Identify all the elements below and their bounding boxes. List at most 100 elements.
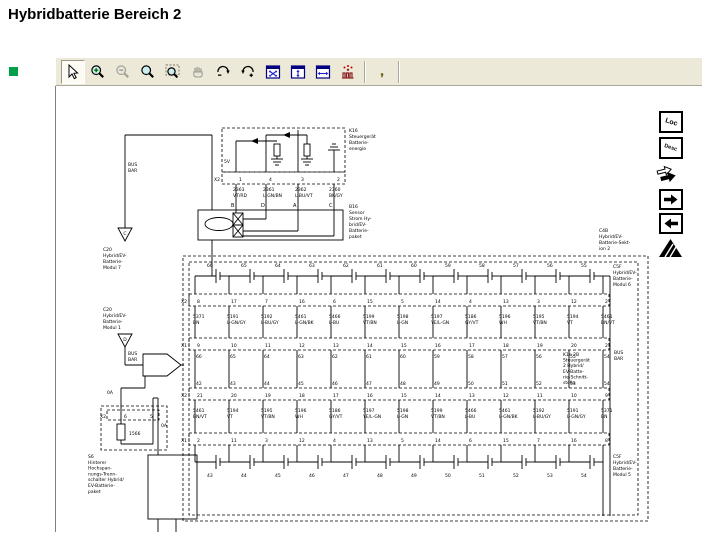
fit-window-icon: [264, 63, 282, 81]
svg-text:11: 11: [537, 393, 543, 399]
svg-text:5197: 5197: [431, 314, 443, 320]
related-diagrams-icon[interactable]: [654, 161, 686, 185]
svg-text:8: 8: [197, 299, 200, 305]
svg-text:66: 66: [196, 354, 202, 360]
pan-button[interactable]: [186, 60, 210, 84]
svg-text:57: 57: [502, 354, 508, 360]
fit-width-button[interactable]: [311, 60, 335, 84]
b16-sensor-box: [198, 210, 343, 240]
svg-text:5194: 5194: [567, 314, 579, 320]
svg-text:21: 21: [197, 393, 203, 399]
svg-text:15: 15: [401, 343, 407, 349]
svg-text:17: 17: [469, 343, 475, 349]
pin-number: 1: [239, 177, 242, 183]
svg-text:5198: 5198: [397, 314, 409, 320]
svg-text:18: 18: [503, 343, 509, 349]
fuse-symbol: [117, 424, 125, 440]
zoom-region-button[interactable]: [161, 60, 185, 84]
resistor-symbol: [274, 144, 280, 156]
svg-text:49: 49: [434, 381, 440, 387]
svg-text:5195: 5195: [533, 314, 545, 320]
page-title: Hybridbatterie Bereich 2: [8, 6, 181, 23]
svg-text:17: 17: [231, 299, 237, 305]
svg-text:13: 13: [469, 393, 475, 399]
svg-text:20: 20: [571, 343, 577, 349]
svg-text:5191: 5191: [227, 314, 239, 320]
magnifier-icon: [139, 63, 157, 81]
diagram-canvas[interactable]: BUSBAR C C20Hybrid/EV-Batterie-Modul 7 C…: [55, 86, 702, 537]
desc-link-icon[interactable]: Desc: [659, 137, 683, 159]
s6-pin: 6: [124, 414, 127, 420]
callout-triangle-icon[interactable]: [657, 236, 684, 259]
highlight-button[interactable]: [336, 60, 360, 84]
svg-text:20: 20: [231, 393, 237, 399]
select-button[interactable]: [61, 60, 85, 84]
rotate-minus-icon: [214, 63, 232, 81]
svg-text:X2: X2: [181, 299, 187, 305]
svg-text:5461: 5461: [601, 314, 613, 320]
bus-bar-label: BUSBAR: [128, 351, 137, 363]
pin-number: 3: [301, 177, 304, 183]
svg-text:52: 52: [536, 381, 542, 387]
svg-text:5: 5: [401, 299, 404, 305]
ref-voltage-label: 5V: [224, 159, 231, 165]
svg-text:12: 12: [299, 343, 305, 349]
zoom-button[interactable]: [136, 60, 160, 84]
k1n-label: K1n 2BSteuergerät2 Hybrid/EV-Batte-rie-S…: [563, 352, 590, 386]
svg-text:15: 15: [503, 438, 509, 444]
svg-text:55: 55: [581, 263, 587, 269]
svg-text:43: 43: [230, 381, 236, 387]
circuit-number: 2360: [329, 187, 341, 193]
svg-text:45: 45: [298, 381, 304, 387]
svg-text:3: 3: [265, 438, 268, 444]
loc-link-icon[interactable]: Loc: [659, 111, 683, 133]
svg-text:VT: VT: [227, 414, 233, 420]
svg-text:VT: VT: [567, 320, 573, 326]
svg-text:VT/BN: VT/BN: [533, 320, 547, 326]
fit-width-icon: [314, 63, 332, 81]
svg-text:16: 16: [435, 343, 441, 349]
help-button[interactable]: ?: [370, 60, 394, 84]
svg-text:56: 56: [536, 354, 542, 360]
svg-text:5199: 5199: [431, 408, 443, 414]
svg-text:5371: 5371: [193, 314, 205, 320]
schematic-svg: BUSBAR C C20Hybrid/EV-Batterie-Modul 7 C…: [55, 86, 702, 532]
svg-text:BN: BN: [601, 414, 607, 420]
svg-text:5186: 5186: [465, 314, 477, 320]
static-wiring: BUSBAR C C20Hybrid/EV-Batterie-Modul 7 C…: [88, 128, 648, 532]
svg-text:4: 4: [333, 438, 336, 444]
fit-page-button[interactable]: [261, 60, 285, 84]
svg-text:62: 62: [332, 354, 338, 360]
svg-text:14: 14: [435, 299, 441, 305]
circuit-number: 2363: [233, 187, 245, 193]
fit-height-button[interactable]: [286, 60, 310, 84]
svg-text:L-GN/BK: L-GN/BK: [295, 320, 315, 326]
rotate-cw-button[interactable]: [211, 60, 235, 84]
previous-link-icon[interactable]: [659, 213, 683, 234]
connector-label: X2: [214, 177, 220, 183]
svg-text:5195: 5195: [261, 408, 273, 414]
rotate-ccw-button[interactable]: [236, 60, 260, 84]
next-link-icon[interactable]: [659, 189, 683, 210]
svg-text:VT/BN: VT/BN: [431, 414, 445, 420]
c5f-modul5-label: C5FHybrid/EV-Batterie-Modul 5: [613, 454, 637, 478]
zoom-out-button[interactable]: [111, 60, 135, 84]
svg-text:4: 4: [469, 299, 472, 305]
svg-text:15: 15: [367, 299, 373, 305]
s6-label: S6HintererHochspan-nungs-Trenn-schalter …: [88, 454, 124, 495]
svg-text:L-GN/GY: L-GN/GY: [227, 320, 246, 326]
svg-text:55: 55: [570, 354, 576, 360]
svg-text:18: 18: [299, 393, 305, 399]
fit-height-icon: [289, 63, 307, 81]
svg-text:2: 2: [605, 299, 608, 305]
toolbar-separator: [364, 61, 366, 83]
svg-text:61: 61: [366, 354, 372, 360]
svg-text:5198: 5198: [397, 408, 409, 414]
green-bullet-icon: [9, 67, 18, 76]
svg-text:49: 49: [411, 473, 417, 479]
zoom-in-button[interactable]: [86, 60, 110, 84]
svg-text:L-BU/GY: L-BU/GY: [533, 414, 551, 420]
bus-bar-label: BUSBAR: [128, 162, 137, 174]
svg-text:YE/L-GN: YE/L-GN: [430, 320, 449, 326]
probe-highlight-icon: [339, 63, 357, 81]
